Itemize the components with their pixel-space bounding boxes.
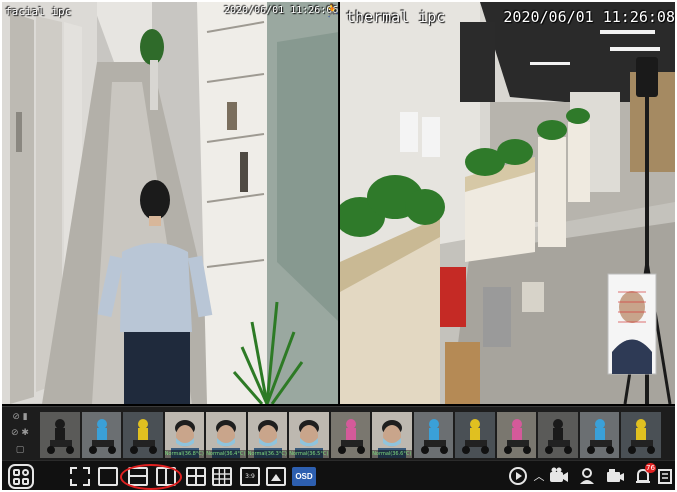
temperature-caption: Normal(36.4°C) [206,450,246,458]
face-filter-icon[interactable]: ⊘ ▮ [10,411,30,424]
face-capture-thumb[interactable]: Normal(36.5°C) [289,412,329,458]
video-surveillance-window: facial ipc 2020/06/01 11:26:06 🏃 thermal… [2,2,675,490]
scooter-capture-thumb[interactable] [413,412,453,458]
bottom-toolbar: 3:9 OSD ︿ 76 [2,460,675,490]
thermal-camera-feed [340,2,675,404]
face-capture-thumb[interactable]: Normal(36.8°C) [164,412,204,458]
camera-pane-facial[interactable]: facial ipc 2020/06/01 11:26:06 🏃 [2,2,339,404]
record-icon[interactable] [604,466,626,487]
menu-list-icon[interactable] [654,466,675,487]
scooter-capture-thumb[interactable] [81,412,121,458]
camera-pane-thermal[interactable]: thermal ipc 2020/06/01 11:26:08 [340,2,675,404]
scooter-capture-thumb[interactable] [40,412,80,458]
scooter-capture-thumb[interactable] [579,412,619,458]
capture-thumbnail-strip: ⊘ ▮ ⊘ ✱ ▢ Normal(36.8°C) Normal(36.4°C) No… [2,406,675,460]
motion-detect-icon: 🏃 [324,4,339,19]
layout-picture-icon[interactable] [266,467,286,486]
layout-nine-icon[interactable] [212,467,232,486]
scooter-capture-thumb[interactable] [123,412,163,458]
face-capture-thumb[interactable]: Normal(36.4°C) [206,412,246,458]
strip-filter-controls: ⊘ ▮ ⊘ ✱ ▢ [5,409,35,459]
temperature-caption: Normal(36.8°C) [164,450,204,458]
play-icon[interactable] [507,466,529,487]
person-filter-icon[interactable]: ⊘ ✱ [10,427,30,440]
face-capture-thumb[interactable]: Normal(36.6°C) [372,412,412,458]
scooter-capture-thumb[interactable] [330,412,370,458]
camera-title-thermal: thermal ipc [346,8,446,26]
chevron-up-icon[interactable]: ︿ [528,466,550,487]
vehicle-filter-icon[interactable]: ▢ [10,444,30,457]
temperature-caption: Normal(36.3°C) [247,450,287,458]
menu-icon[interactable] [8,464,34,489]
camera-timestamp-facial: 2020/06/01 11:26:06 [224,5,339,16]
highlight-annotation-ring [120,464,182,490]
alarm-icon[interactable]: 76 [632,463,656,487]
layout-quad-icon[interactable] [186,467,206,486]
temperature-caption: Normal(36.5°C) [289,450,329,458]
thumbnail-list: Normal(36.8°C) Normal(36.4°C) Normal(36.3°… [40,412,661,458]
scooter-capture-thumb[interactable] [538,412,578,458]
scooter-capture-thumb[interactable] [496,412,536,458]
fullscreen-icon[interactable] [70,467,90,486]
face-capture-thumb[interactable]: Normal(36.3°C) [247,412,287,458]
camera-title-facial: facial ipc [5,5,72,18]
layout-custom-icon[interactable]: 3:9 [240,467,260,486]
scooter-capture-thumb[interactable] [455,412,495,458]
single-view-icon[interactable] [98,467,118,486]
osd-button[interactable]: OSD [292,467,316,486]
temperature-caption: Normal(36.6°C) [372,450,412,458]
camera-timestamp-thermal: 2020/06/01 11:26:08 [503,8,675,26]
user-capture-icon[interactable] [576,466,598,487]
facial-camera-feed [2,2,338,404]
camera-icon[interactable] [548,466,570,487]
scooter-capture-thumb[interactable] [621,412,661,458]
